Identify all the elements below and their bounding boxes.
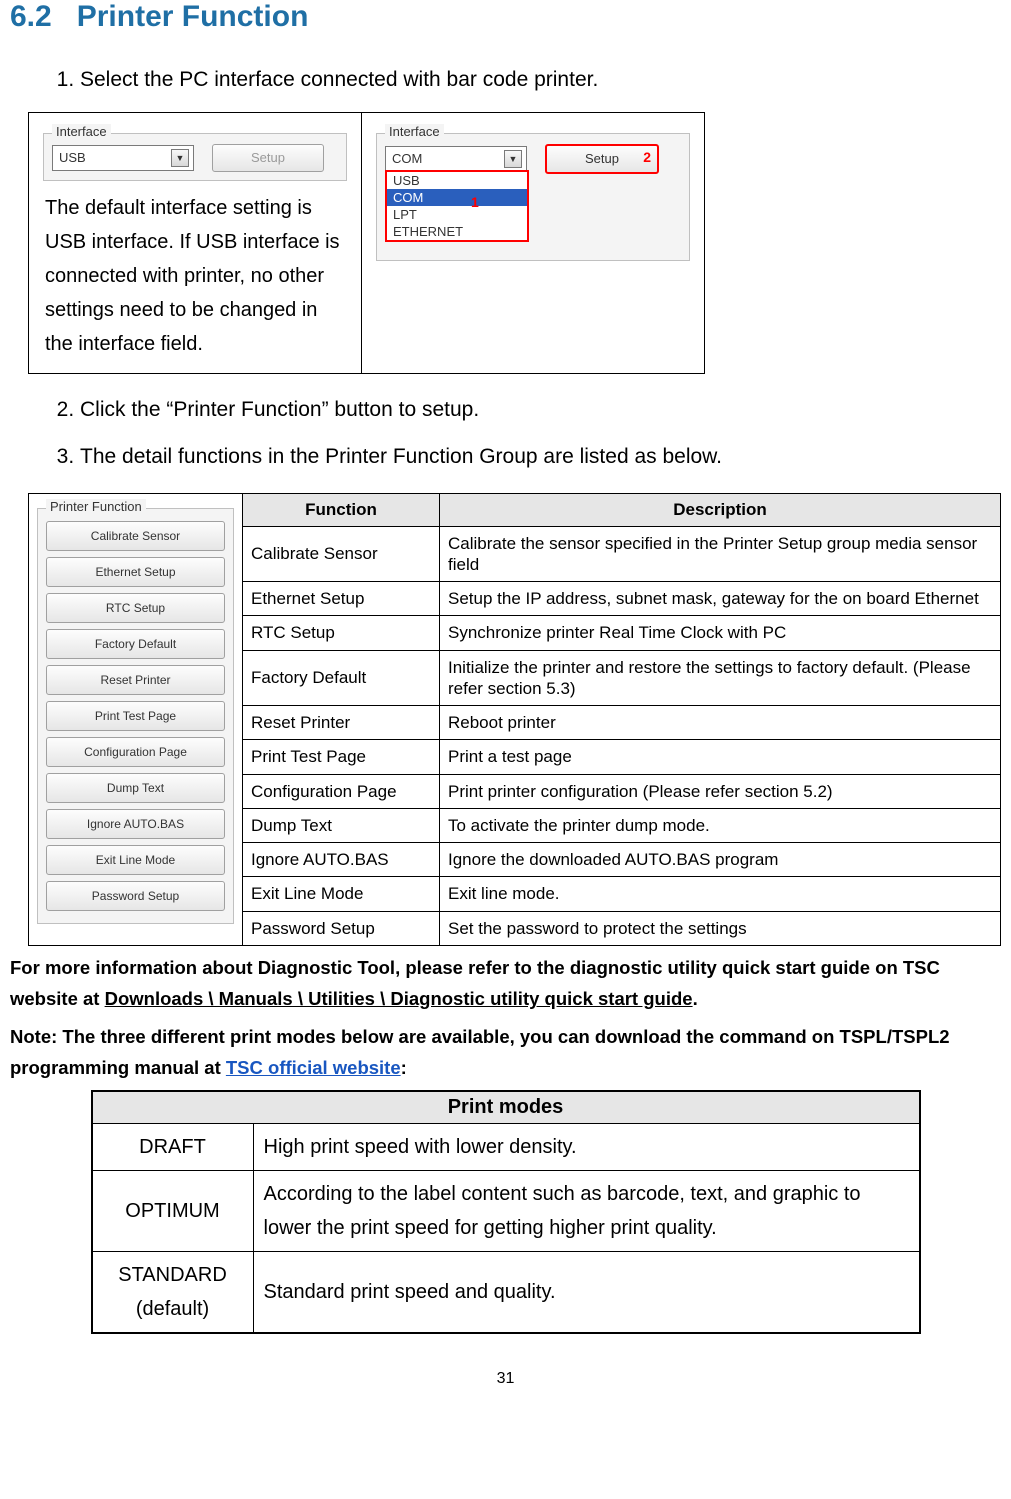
chevron-down-icon[interactable]: ▼ xyxy=(504,150,522,168)
print-modes-table: Print modes DRAFT High print speed with … xyxy=(91,1090,921,1334)
btn-factory-default[interactable]: Factory Default xyxy=(46,629,225,659)
table-row: Password SetupSet the password to protec… xyxy=(243,911,1000,945)
table-row: Print Test PagePrint a test page xyxy=(243,740,1000,774)
table-row: Factory DefaultInitialize the printer an… xyxy=(243,650,1000,706)
table-row: Exit Line ModeExit line mode. xyxy=(243,877,1000,911)
btn-reset-printer[interactable]: Reset Printer xyxy=(46,665,225,695)
table-row: OPTIMUM According to the label content s… xyxy=(92,1170,920,1251)
table-row: Configuration PagePrint printer configur… xyxy=(243,774,1000,808)
usb-caption: The default interface setting is USB int… xyxy=(35,185,355,367)
setup-button[interactable]: Setup xyxy=(545,144,659,174)
step-2: Click the “Printer Function” button to s… xyxy=(80,394,1001,426)
path-underlined: Downloads \ Manuals \ Utilities \ Diagno… xyxy=(105,988,693,1009)
btn-dump-text[interactable]: Dump Text xyxy=(46,773,225,803)
interface-dropdown-usb[interactable]: USB ▼ xyxy=(52,145,194,171)
mode-desc: Standard print speed and quality. xyxy=(253,1251,920,1333)
section-title-text: Printer Function xyxy=(77,0,309,33)
page-number: 31 xyxy=(10,1370,1001,1388)
table-row: DRAFT High print speed with lower densit… xyxy=(92,1123,920,1170)
btn-configuration-page[interactable]: Configuration Page xyxy=(46,737,225,767)
btn-password-setup[interactable]: Password Setup xyxy=(46,881,225,911)
btn-exit-line-mode[interactable]: Exit Line Mode xyxy=(46,845,225,875)
btn-ignore-autobas[interactable]: Ignore AUTO.BAS xyxy=(46,809,225,839)
step-1: Select the PC interface connected with b… xyxy=(80,64,1001,96)
table-row: Ignore AUTO.BASIgnore the downloaded AUT… xyxy=(243,843,1000,877)
callout-1: 1 xyxy=(471,194,479,210)
group-label: Printer Function xyxy=(46,499,146,514)
table-row: Ethernet SetupSetup the IP address, subn… xyxy=(243,582,1000,616)
option-lpt[interactable]: LPT xyxy=(387,206,527,223)
table-row: STANDARD (default) Standard print speed … xyxy=(92,1251,920,1333)
mode-desc: According to the label content such as b… xyxy=(253,1170,920,1251)
col-function: Function xyxy=(243,494,440,527)
dropdown-value: USB xyxy=(59,150,86,165)
btn-rtc-setup[interactable]: RTC Setup xyxy=(46,593,225,623)
table-row: Reset PrinterReboot printer xyxy=(243,706,1000,740)
option-com[interactable]: COM xyxy=(387,189,527,206)
mode-name: STANDARD (default) xyxy=(92,1251,254,1333)
setup-button-disabled: Setup xyxy=(212,144,324,172)
btn-calibrate-sensor[interactable]: Calibrate Sensor xyxy=(46,521,225,551)
dropdown-value: COM xyxy=(392,151,422,166)
mode-desc: High print speed with lower density. xyxy=(253,1123,920,1170)
chevron-down-icon[interactable]: ▼ xyxy=(171,149,189,167)
table-row: RTC SetupSynchronize printer Real Time C… xyxy=(243,616,1000,650)
note-diagnostic: For more information about Diagnostic To… xyxy=(10,952,1001,1015)
function-description-table: Function Description Calibrate SensorCal… xyxy=(243,494,1000,945)
interface-group-usb: Interface USB ▼ Setup xyxy=(43,133,347,181)
mode-name: OPTIMUM xyxy=(92,1170,254,1251)
interface-option-list[interactable]: USB COM LPT ETHERNET xyxy=(385,170,529,242)
interface-illustration-table: Interface USB ▼ Setup The default interf… xyxy=(28,112,705,374)
callout-2: 2 xyxy=(643,149,651,165)
note-print-modes: Note: The three different print modes be… xyxy=(10,1021,1001,1084)
btn-print-test-page[interactable]: Print Test Page xyxy=(46,701,225,731)
printer-function-group: Printer Function Calibrate Sensor Ethern… xyxy=(37,508,234,924)
group-label: Interface xyxy=(385,124,444,139)
group-label: Interface xyxy=(52,124,111,139)
btn-ethernet-setup[interactable]: Ethernet Setup xyxy=(46,557,225,587)
table-row: Calibrate SensorCalibrate the sensor spe… xyxy=(243,526,1000,582)
mode-name: DRAFT xyxy=(92,1123,254,1170)
function-group-wrap: Printer Function Calibrate Sensor Ethern… xyxy=(28,493,1001,946)
step-3: The detail functions in the Printer Func… xyxy=(80,441,1001,473)
tsc-website-link[interactable]: TSC official website xyxy=(226,1057,401,1078)
interface-group-com: Interface COM ▼ USB COM LPT ETHERNE xyxy=(376,133,690,261)
section-number: 6.2 xyxy=(10,0,52,33)
table-row: Dump TextTo activate the printer dump mo… xyxy=(243,808,1000,842)
section-heading: 6.2 Printer Function xyxy=(10,0,1001,34)
option-ethernet[interactable]: ETHERNET xyxy=(387,223,527,240)
modes-header: Print modes xyxy=(92,1091,920,1124)
interface-dropdown-com[interactable]: COM ▼ xyxy=(385,146,527,172)
col-description: Description xyxy=(440,494,1001,527)
option-usb[interactable]: USB xyxy=(387,172,527,189)
